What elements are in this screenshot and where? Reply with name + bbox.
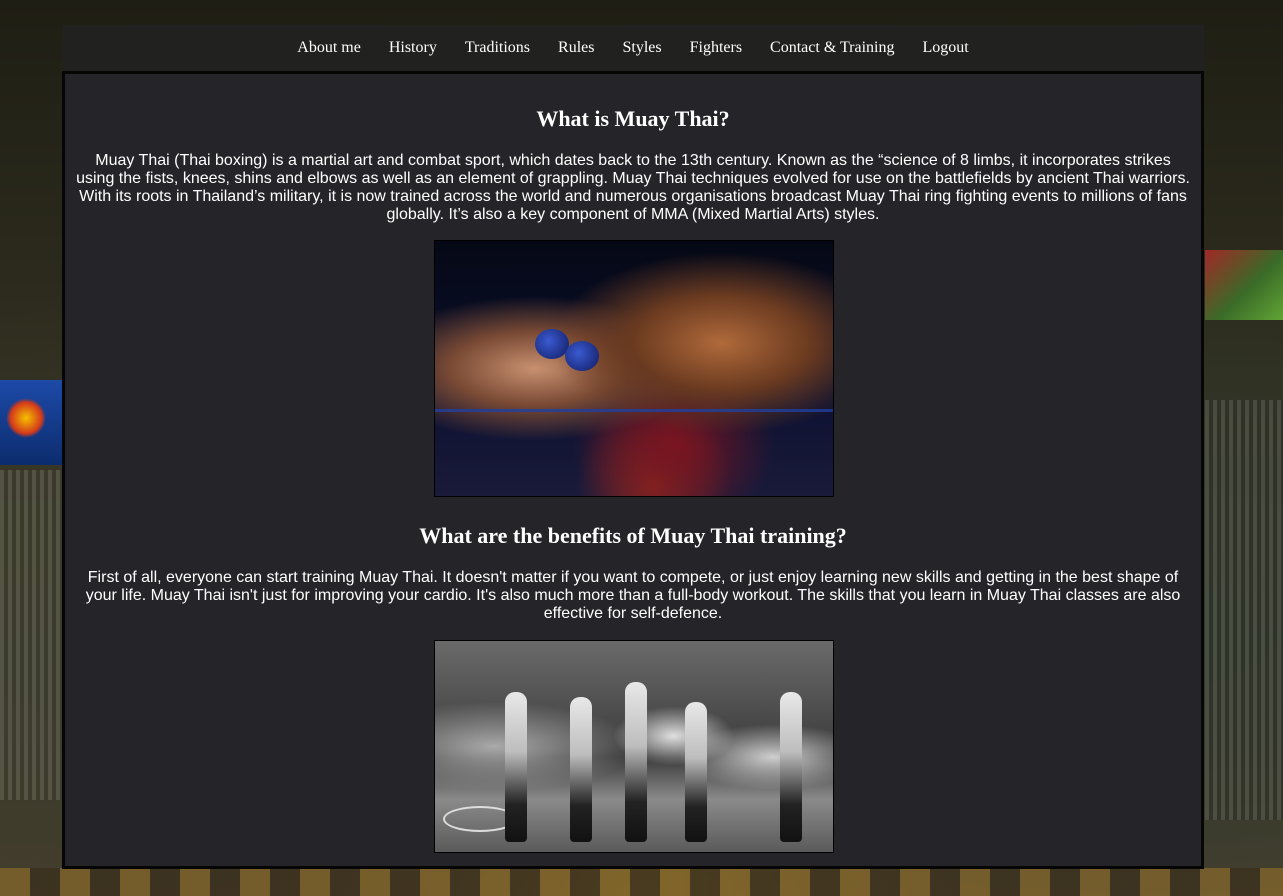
ring-rope (435, 409, 833, 412)
boxing-glove-icon (565, 341, 599, 371)
section-heading-benefits: What are the benefits of Muay Thai train… (419, 523, 847, 548)
section-text-benefits: First of all, everyone can start trainin… (85, 569, 1181, 622)
trainee-figure (505, 692, 527, 842)
section-heading-what-is: What is Muay Thai? (536, 106, 730, 131)
nav-list: About me History Traditions Rules Styles… (283, 25, 982, 71)
nav-link-traditions[interactable]: Traditions (451, 39, 544, 56)
trainee-figure (625, 682, 647, 842)
training-class-photo (434, 640, 834, 853)
nav-link-history[interactable]: History (375, 39, 451, 56)
main-nav: About me History Traditions Rules Styles… (62, 25, 1204, 71)
nav-link-rules[interactable]: Rules (544, 39, 608, 56)
nav-link-fighters[interactable]: Fighters (676, 39, 756, 56)
background-sign (1205, 250, 1283, 320)
background-crowd-right (1205, 400, 1283, 820)
nav-link-about-me[interactable]: About me (283, 39, 375, 56)
section-text-what-is: Muay Thai (Thai boxing) is a martial art… (76, 152, 1190, 223)
boxing-glove-icon (535, 329, 569, 359)
fight-photo (434, 240, 834, 497)
trainee-figure (570, 697, 592, 842)
trainee-figure (685, 702, 707, 842)
content-panel: What is Muay Thai? Muay Thai (Thai boxin… (62, 71, 1204, 869)
background-banner (0, 380, 62, 465)
nav-link-styles[interactable]: Styles (608, 39, 675, 56)
trainee-figure (780, 692, 802, 842)
background-ring-floor (0, 868, 1283, 896)
nav-link-contact-training[interactable]: Contact & Training (756, 39, 908, 56)
nav-link-logout[interactable]: Logout (909, 39, 983, 56)
background-crowd-left (0, 470, 62, 800)
